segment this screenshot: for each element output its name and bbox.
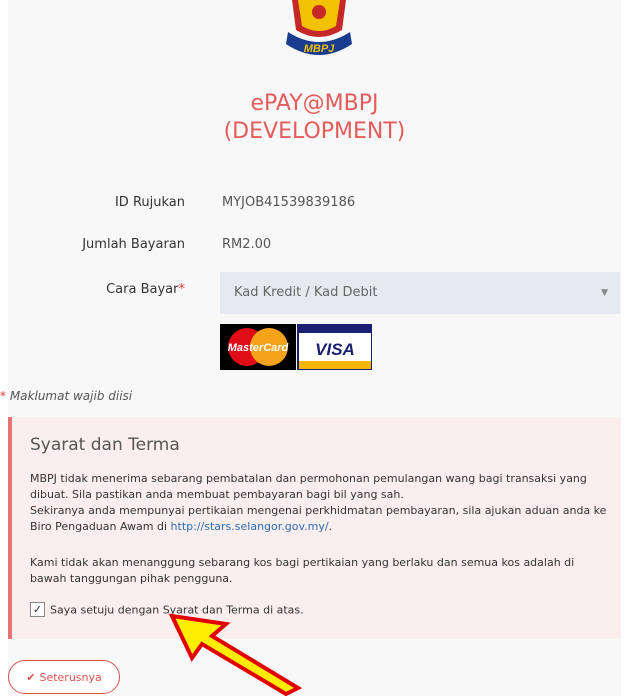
payment-form-panel: MBPJ ePAY@MBPJ (DEVELOPMENT) ID Rujukan … [0, 0, 621, 696]
terms-paragraph-3: Kami tidak akan menanggung sebarang kos … [30, 556, 575, 585]
next-button[interactable]: ✔ Seterusnya [8, 660, 120, 694]
mandatory-note: * Maklumat wajib diisi [0, 389, 132, 403]
page-title: ePAY@MBPJ [250, 91, 379, 116]
complaint-bureau-link[interactable]: http://stars.selangor.gov.my/ [171, 520, 329, 533]
mastercard-icon: MasterCard [220, 324, 296, 370]
visa-label: VISA [315, 340, 355, 359]
terms-title: Syarat dan Terma [30, 435, 180, 455]
payment-method-label-text: Cara Bayar [106, 282, 179, 297]
terms-paragraph-2: Sekiranya anda mempunyai pertikaian meng… [30, 503, 610, 535]
mbpj-logo: MBPJ [286, 0, 352, 55]
amount-label: Jumlah Bayaran [82, 237, 185, 252]
annotation-arrow-icon [168, 613, 303, 696]
mandatory-mark: * [0, 389, 6, 403]
terms-panel: Syarat dan Terma MBPJ tidak menerima seb… [8, 417, 621, 639]
logo-text: MBPJ [304, 43, 335, 55]
chevron-down-icon: ▼ [601, 288, 608, 298]
agree-terms-checkbox[interactable]: ✓ [30, 602, 45, 617]
amount-value: RM2.00 [222, 237, 272, 252]
required-mark: * [178, 282, 186, 297]
check-icon: ✔ [26, 671, 36, 684]
card-logos: MasterCard VISA [220, 324, 372, 370]
page-subtitle: (DEVELOPMENT) [223, 119, 406, 144]
payment-method-selected-value: Kad Kredit / Kad Debit [234, 285, 378, 300]
ref-id-label: ID Rujukan [114, 195, 185, 210]
terms-paragraph-2-end: . [328, 520, 333, 533]
visa-icon: VISA [297, 324, 372, 370]
terms-paragraph-1: MBPJ tidak menerima sebarang pembatalan … [30, 472, 587, 501]
next-button-label: Seterusnya [39, 671, 102, 684]
ref-id-value: MYJOB41539839186 [222, 195, 356, 210]
page: MBPJ ePAY@MBPJ (DEVELOPMENT) ID Rujukan … [0, 0, 629, 696]
payment-method-select[interactable]: Kad Kredit / Kad Debit ▼ [220, 272, 620, 314]
mandatory-note-text: Maklumat wajib diisi [9, 389, 133, 403]
payment-method-label: Cara Bayar* [106, 282, 185, 297]
mastercard-label: MasterCard [228, 342, 289, 354]
